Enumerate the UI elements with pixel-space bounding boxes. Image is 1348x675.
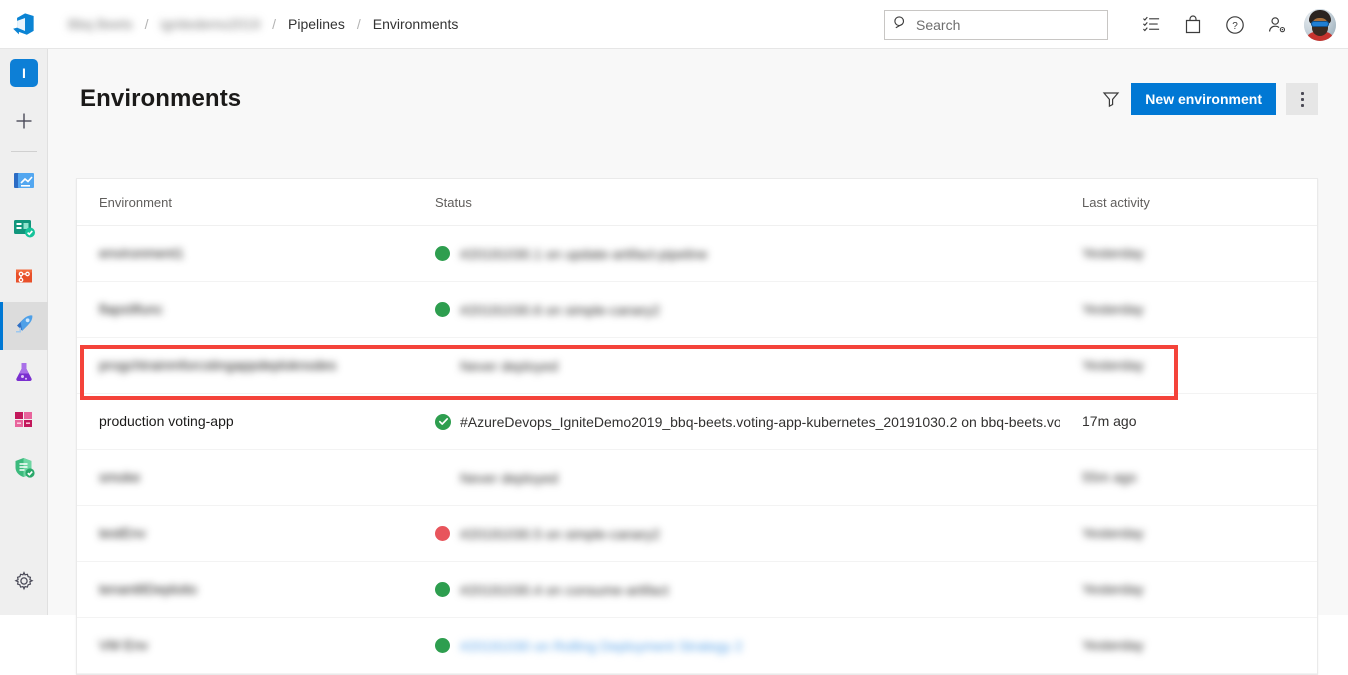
environment-name: tenant8Deploito [99,580,198,597]
table-row[interactable]: testEnv #20191030.5 on simple-canary2 Ye… [77,506,1317,562]
test-plans-icon [11,359,37,390]
gear-icon [14,570,34,596]
breadcrumb: Bbq Beets / ignitedemo2019 / Pipelines /… [48,0,468,49]
status-text: #20191030.6 on simple-canary2 [460,301,661,318]
page-title: Environments [80,85,242,112]
top-bar-actions: Search ? [884,0,1338,49]
status-dot-failed-icon [435,526,450,541]
table-row[interactable]: flaps9func #20191030.6 on simple-canary2… [77,282,1317,338]
pipelines-icon [11,311,37,342]
new-environment-button[interactable]: New environment [1131,83,1276,115]
sidebar-item-project-settings[interactable] [0,561,48,605]
breadcrumb-separator: / [272,16,277,32]
status-dot-none-icon [435,470,450,485]
search-input[interactable]: Search [884,9,1108,40]
sidebar-item-artifacts[interactable] [0,398,48,446]
artifacts-icon [11,407,37,438]
breadcrumb-project[interactable]: ignitedemo2019 [151,16,271,32]
column-header-last-activity: Last activity [1082,194,1150,210]
status-check-success-icon [435,413,451,430]
status-dot-success-icon [435,582,450,597]
breadcrumb-separator: / [356,16,361,32]
last-activity: 17m ago [1082,412,1137,429]
last-activity: Yesterday [1082,356,1144,373]
azure-devops-logo[interactable] [0,0,48,49]
breadcrumb-environments[interactable]: Environments [363,16,469,32]
user-settings-icon[interactable] [1256,3,1298,47]
environment-name: flaps9func [99,300,163,317]
marketplace-bag-icon[interactable] [1172,3,1214,47]
more-actions-icon[interactable] [1286,83,1318,115]
status-text: Never deployed [460,469,559,486]
rail-divider [10,151,37,152]
environments-table: Environment Status Last activity environ… [76,178,1318,675]
project-badge[interactable]: I [0,49,48,97]
create-new-icon[interactable] [0,97,48,145]
environment-name: testEnv [99,524,146,541]
status-text[interactable]: #AzureDevops_IgniteDemo2019_bbq-beets.vo… [460,414,1060,430]
environment-name: progchtrainmforcstingappdeploknodes [99,356,337,373]
sidebar-item-overview[interactable] [0,158,48,206]
environment-name: environment1 [99,244,184,261]
more-dot [1300,97,1304,101]
table-row[interactable]: smoke Never deployed 55m ago [77,450,1317,506]
environment-name: smoke [99,468,141,485]
last-activity: Yesterday [1082,300,1144,317]
status-text: #20191030.1 on update-artifact-pipeline [460,245,708,262]
top-navigation-bar: Bbq Beets / ignitedemo2019 / Pipelines /… [0,0,1348,49]
more-dot [1300,91,1304,95]
help-circle-icon[interactable]: ? [1214,3,1256,47]
sidebar-item-pipelines[interactable] [0,302,48,350]
breadcrumb-pipelines[interactable]: Pipelines [278,16,355,32]
last-activity: Yesterday [1082,580,1144,597]
project-badge-letter: I [10,59,38,87]
table-row[interactable]: progchtrainmforcstingappdeploknodes Neve… [77,338,1317,394]
sidebar-item-test-plans[interactable] [0,350,48,398]
filter-funnel-icon[interactable] [1091,81,1131,117]
last-activity: 55m ago [1082,468,1137,485]
search-placeholder: Search [916,16,961,33]
breadcrumb-organization[interactable]: Bbq Beets [58,16,143,32]
security-icon [11,455,37,486]
last-activity: Yesterday [1082,244,1144,261]
page-header-actions: New environment [1091,81,1318,117]
status-text: #20191030.4 on consume-artifact [460,581,669,598]
overview-icon [11,167,37,198]
boards-icon [11,215,37,246]
breadcrumb-separator: / [144,16,149,32]
table-header-row: Environment Status Last activity [77,179,1317,226]
table-row[interactable]: VM Env #20191030 on Rolling Deployment S… [77,618,1317,674]
user-avatar[interactable] [1304,8,1336,41]
last-activity: Yesterday [1082,636,1144,653]
work-items-icon[interactable] [1130,3,1172,47]
sidebar-item-boards[interactable] [0,206,48,254]
status-dot-success-icon [435,638,450,653]
left-navigation-rail: I [0,49,48,615]
sidebar-item-security[interactable] [0,446,48,494]
sidebar-item-repos[interactable] [0,254,48,302]
page-header: Environments New environment [80,71,1318,127]
status-dot-none-icon [435,358,450,373]
status-dot-success-icon [435,246,450,261]
search-icon [893,15,908,35]
status-text: Never deployed [460,357,559,374]
environments-page: Environments New environment Environment… [48,49,1348,675]
avatar-sunglasses [1311,20,1329,27]
environment-name: VM Env [99,636,149,653]
table-row-production-voting-app[interactable]: production voting-app #AzureDevops_Ignit… [77,394,1317,450]
svg-text:?: ? [1232,21,1238,32]
environment-name[interactable]: production voting-app [99,413,234,429]
status-text: #20191030 on Rolling Deployment Strategy… [460,637,743,654]
column-header-status: Status [435,194,472,210]
repos-icon [11,263,37,294]
column-header-environment: Environment [99,194,172,210]
more-dot [1300,103,1304,107]
last-activity: Yesterday [1082,524,1144,541]
table-row[interactable]: tenant8Deploito #20191030.4 on consume-a… [77,562,1317,618]
status-text: #20191030.5 on simple-canary2 [460,525,661,542]
status-dot-success-icon [435,302,450,317]
table-row[interactable]: environment1 #20191030.1 on update-artif… [77,226,1317,282]
